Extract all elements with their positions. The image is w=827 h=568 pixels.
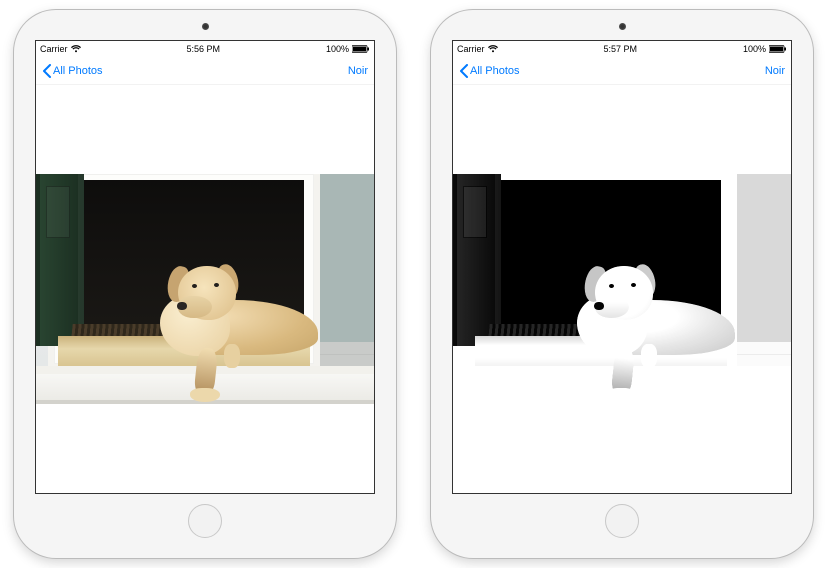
navigation-bar: All Photos Noir — [36, 57, 374, 85]
battery-icon — [769, 45, 787, 53]
photo-viewer[interactable] — [453, 85, 791, 493]
noir-action-button[interactable]: Noir — [765, 65, 785, 77]
home-button[interactable] — [605, 504, 639, 538]
ipad-device-left: Carrier 5:56 PM 100% All Photos Noir — [14, 10, 396, 558]
photo — [36, 174, 374, 404]
chevron-left-icon — [459, 64, 469, 78]
carrier-label: Carrier — [40, 44, 68, 54]
back-button[interactable]: All Photos — [459, 64, 520, 78]
battery-percent: 100% — [326, 44, 349, 54]
battery-icon — [352, 45, 370, 53]
dog — [565, 252, 740, 387]
dog — [148, 252, 323, 387]
screen: Carrier 5:56 PM 100% All Photos Noir — [35, 40, 375, 494]
carrier-label: Carrier — [457, 44, 485, 54]
front-camera — [202, 23, 209, 30]
photo-viewer[interactable] — [36, 85, 374, 493]
clock: 5:56 PM — [186, 44, 220, 54]
back-button[interactable]: All Photos — [42, 64, 103, 78]
noir-action-button[interactable]: Noir — [348, 65, 368, 77]
home-button[interactable] — [188, 504, 222, 538]
chevron-left-icon — [42, 64, 52, 78]
photo — [453, 174, 791, 404]
status-bar: Carrier 5:57 PM 100% — [453, 41, 791, 57]
wifi-icon — [488, 45, 498, 53]
ipad-device-right: Carrier 5:57 PM 100% All Photos Noir — [431, 10, 813, 558]
status-bar: Carrier 5:56 PM 100% — [36, 41, 374, 57]
screen: Carrier 5:57 PM 100% All Photos Noir — [452, 40, 792, 494]
back-label: All Photos — [470, 65, 520, 77]
navigation-bar: All Photos Noir — [453, 57, 791, 85]
front-camera — [619, 23, 626, 30]
battery-percent: 100% — [743, 44, 766, 54]
wifi-icon — [71, 45, 81, 53]
back-label: All Photos — [53, 65, 103, 77]
clock: 5:57 PM — [603, 44, 637, 54]
